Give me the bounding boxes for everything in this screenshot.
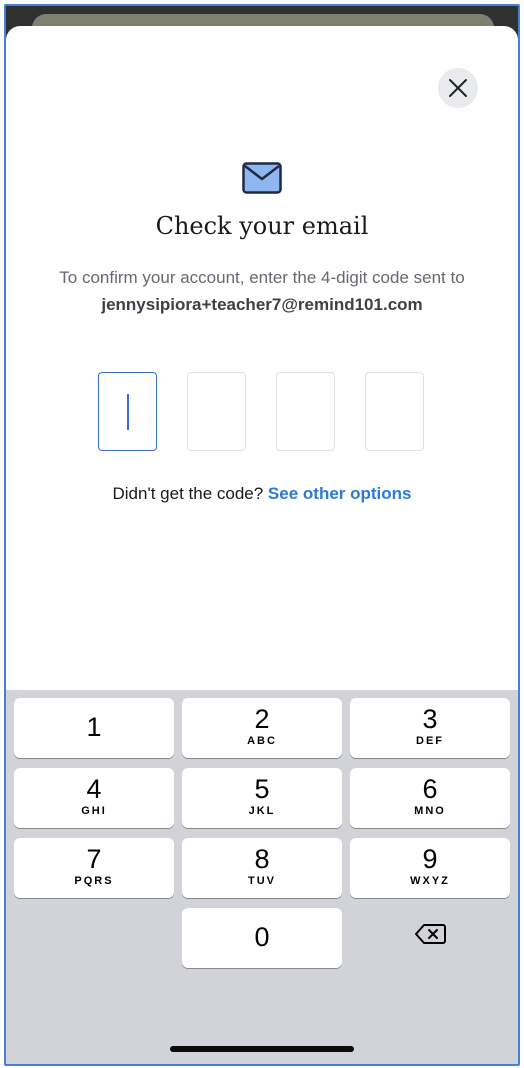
resend-row: Didn't get the code? See other options xyxy=(6,484,518,504)
code-digit-4[interactable] xyxy=(365,372,424,451)
email-address: jennysipiora+teacher7@remind101.com xyxy=(101,295,423,314)
numeric-keyboard: 1 2 ABC 3 DEF 4 GHI 5 JKL 6 MNO 7 PQRS 8… xyxy=(6,690,518,1064)
envelope-icon xyxy=(242,162,282,194)
key-digit: 8 xyxy=(254,844,270,874)
key-letters: DEF xyxy=(416,735,444,747)
key-0[interactable]: 0 xyxy=(182,908,342,968)
see-other-options-link[interactable]: See other options xyxy=(268,484,412,503)
modal-message: To confirm your account, enter the 4-dig… xyxy=(16,264,508,318)
key-letters: GHI xyxy=(81,805,107,817)
key-letters: TUV xyxy=(248,875,276,887)
home-indicator[interactable] xyxy=(170,1046,354,1052)
key-digit: 6 xyxy=(422,774,438,804)
key-digit: 4 xyxy=(86,774,102,804)
code-digit-3[interactable] xyxy=(276,372,335,451)
key-letters: PQRS xyxy=(74,875,114,887)
key-letters: JKL xyxy=(248,805,276,817)
key-7[interactable]: 7 PQRS xyxy=(14,838,174,898)
key-3[interactable]: 3 DEF xyxy=(350,698,510,758)
code-digit-2[interactable] xyxy=(187,372,246,451)
key-5[interactable]: 5 JKL xyxy=(182,768,342,828)
key-2[interactable]: 2 ABC xyxy=(182,698,342,758)
key-digit: 2 xyxy=(254,704,270,734)
close-icon xyxy=(449,79,467,97)
key-6[interactable]: 6 MNO xyxy=(350,768,510,828)
close-button[interactable] xyxy=(438,68,478,108)
message-text: To confirm your account, enter the 4-dig… xyxy=(59,268,465,287)
modal-title: Check your email xyxy=(155,212,369,240)
code-digit-1[interactable] xyxy=(98,372,157,451)
key-digit: 1 xyxy=(86,712,102,742)
key-1[interactable]: 1 xyxy=(14,698,174,758)
key-4[interactable]: 4 GHI xyxy=(14,768,174,828)
key-digit: 7 xyxy=(86,844,102,874)
key-digit: 0 xyxy=(254,922,270,952)
key-letters: ABC xyxy=(247,735,277,747)
key-letters: WXYZ xyxy=(410,875,450,887)
text-caret xyxy=(127,394,129,430)
key-digit: 5 xyxy=(254,774,270,804)
delete-key[interactable] xyxy=(350,904,510,964)
resend-prompt: Didn't get the code? xyxy=(112,484,264,503)
key-9[interactable]: 9 WXYZ xyxy=(350,838,510,898)
verification-modal: Check your email To confirm your account… xyxy=(6,26,518,1064)
key-digit: 3 xyxy=(422,704,438,734)
device-frame: Check your email To confirm your account… xyxy=(4,4,520,1066)
backspace-icon xyxy=(415,924,446,944)
key-letters: MNO xyxy=(414,805,446,817)
key-8[interactable]: 8 TUV xyxy=(182,838,342,898)
key-digit: 9 xyxy=(422,844,438,874)
